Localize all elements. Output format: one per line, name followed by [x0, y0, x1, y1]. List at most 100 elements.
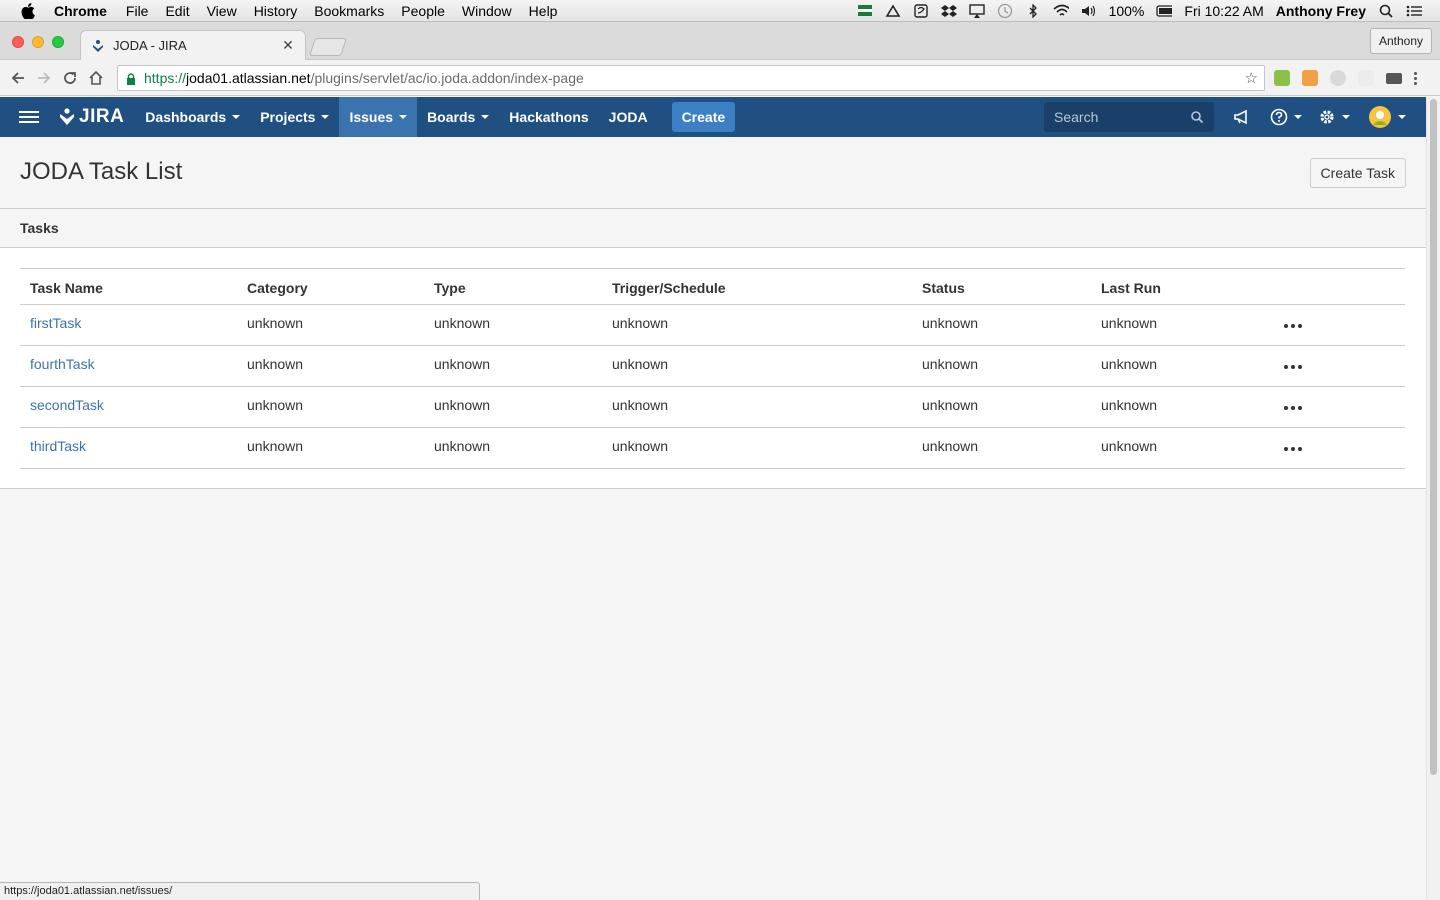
reload-icon[interactable] [57, 65, 83, 91]
new-tab-button[interactable] [309, 38, 347, 56]
notification-center-icon[interactable] [1406, 4, 1422, 18]
megaphone-icon[interactable] [1233, 106, 1251, 128]
cell-status: unknown [912, 386, 1091, 428]
nav-dashboards-label: Dashboards [145, 109, 227, 125]
menu-view[interactable]: View [207, 3, 237, 19]
script-icon[interactable] [913, 3, 929, 18]
jira-logo[interactable]: JIRA [57, 106, 124, 128]
page-scrollbar[interactable] [1426, 97, 1440, 900]
user-avatar[interactable] [1368, 106, 1406, 128]
forward-arrow-icon[interactable] [31, 65, 57, 91]
cell-status: unknown [912, 345, 1091, 387]
create-task-button[interactable]: Create Task [1309, 158, 1406, 188]
app-switcher-menu-icon[interactable] [19, 111, 39, 123]
more-actions-icon[interactable] [1284, 406, 1302, 410]
volume-icon[interactable] [1081, 4, 1097, 18]
cell-category: unknown [237, 386, 424, 428]
menu-edit[interactable]: Edit [165, 3, 189, 19]
cell-category: unknown [237, 427, 424, 469]
nav-boards[interactable]: Boards [417, 97, 499, 137]
dropbox-icon[interactable] [940, 4, 957, 18]
nav-hackathons[interactable]: Hackathons [499, 97, 598, 137]
extension-mail-icon[interactable] [1386, 72, 1402, 84]
menu-help[interactable]: Help [529, 3, 558, 19]
task-link[interactable]: thirdTask [30, 438, 86, 454]
window-close-button[interactable] [12, 36, 24, 48]
extension-grey-circle-icon[interactable] [1330, 70, 1346, 86]
menu-bookmarks[interactable]: Bookmarks [314, 3, 384, 19]
create-issue-button[interactable]: Create [671, 102, 736, 132]
more-actions-icon[interactable] [1284, 447, 1302, 451]
more-actions-icon[interactable] [1284, 324, 1302, 328]
app-menu-chrome[interactable]: Chrome [54, 3, 107, 19]
task-link[interactable]: firstTask [30, 315, 81, 331]
cell-category: unknown [237, 304, 424, 346]
chrome-menu-icon[interactable] [1414, 71, 1418, 85]
cell-status: unknown [912, 304, 1091, 346]
bookmark-star-icon[interactable]: ☆ [1245, 69, 1258, 87]
cell-actions [1284, 427, 1405, 469]
nav-dashboards[interactable]: Dashboards [135, 97, 250, 137]
cell-status: unknown [912, 427, 1091, 469]
battery-icon[interactable] [1156, 4, 1173, 18]
task-link[interactable]: fourthTask [30, 356, 95, 372]
cell-last-run: unknown [1091, 304, 1284, 346]
wifi-icon[interactable] [1053, 4, 1069, 18]
bluetooth-icon[interactable] [1025, 3, 1041, 18]
jira-search [1044, 102, 1214, 132]
menubar-clock[interactable]: Fri 10:22 AM [1184, 3, 1263, 19]
tabs-bar: Tasks [0, 209, 1426, 248]
extension-share-icon[interactable] [1358, 70, 1374, 86]
help-icon[interactable] [1270, 106, 1302, 128]
cell-actions [1284, 386, 1405, 428]
nav-joda[interactable]: JODA [599, 97, 658, 137]
url-host: joda01.atlassian.net [186, 70, 311, 86]
task-table: Task Name Category Type Trigger/Schedule… [20, 268, 1405, 469]
spotlight-search-icon[interactable] [1378, 4, 1394, 18]
nav-projects[interactable]: Projects [250, 97, 339, 137]
extension-icons [1274, 70, 1418, 86]
chrome-profile-button[interactable]: Anthony [1369, 28, 1432, 54]
nav-issues[interactable]: Issues [339, 97, 418, 137]
tab-tasks[interactable]: Tasks [20, 220, 59, 236]
flag-icon[interactable] [857, 4, 873, 18]
table-row: thirdTask unknown unknown unknown unknow… [20, 427, 1405, 469]
apple-icon[interactable] [20, 2, 36, 19]
task-link[interactable]: secondTask [30, 397, 104, 413]
scrollbar-thumb[interactable] [1430, 99, 1437, 775]
task-list-panel: Task Name Category Type Trigger/Schedule… [0, 248, 1426, 489]
menubar-user[interactable]: Anthony Frey [1276, 3, 1366, 19]
home-icon[interactable] [83, 65, 109, 91]
menu-people[interactable]: People [401, 3, 445, 19]
menu-file[interactable]: File [126, 3, 149, 19]
address-bar[interactable]: https://joda01.atlassian.net/plugins/ser… [117, 65, 1265, 91]
tab-close-icon[interactable]: ✕ [281, 37, 295, 54]
more-actions-icon[interactable] [1284, 365, 1302, 369]
chevron-down-icon [481, 115, 490, 119]
menu-window[interactable]: Window [462, 3, 512, 19]
window-minimize-button[interactable] [32, 36, 44, 48]
gear-icon[interactable] [1318, 106, 1350, 128]
browser-tab-strip: JODA - JIRA ✕ Anthony [0, 22, 1440, 60]
time-machine-icon[interactable] [997, 3, 1013, 18]
back-arrow-icon[interactable] [5, 65, 31, 91]
column-header-category: Category [237, 268, 424, 305]
cell-type: unknown [424, 304, 602, 346]
wifi-sync-icon[interactable] [885, 3, 901, 18]
search-icon[interactable] [1190, 110, 1204, 124]
jira-favicon-icon [91, 39, 105, 53]
table-row: secondTask unknown unknown unknown unkno… [20, 386, 1405, 428]
extension-orange-icon[interactable] [1302, 70, 1318, 86]
chevron-down-icon [399, 115, 408, 119]
window-zoom-button[interactable] [52, 36, 64, 48]
jira-logo-icon [60, 108, 74, 125]
airplay-icon[interactable] [968, 3, 985, 18]
browser-toolbar: https://joda01.atlassian.net/plugins/ser… [0, 60, 1440, 96]
extension-green-icon[interactable] [1274, 70, 1290, 86]
secure-lock-icon [126, 72, 136, 85]
nav-issues-label: Issues [349, 109, 394, 125]
chevron-down-icon [1398, 115, 1406, 119]
search-input[interactable] [1054, 109, 1184, 125]
browser-tab-active[interactable]: JODA - JIRA ✕ [80, 30, 306, 60]
menu-history[interactable]: History [254, 3, 298, 19]
